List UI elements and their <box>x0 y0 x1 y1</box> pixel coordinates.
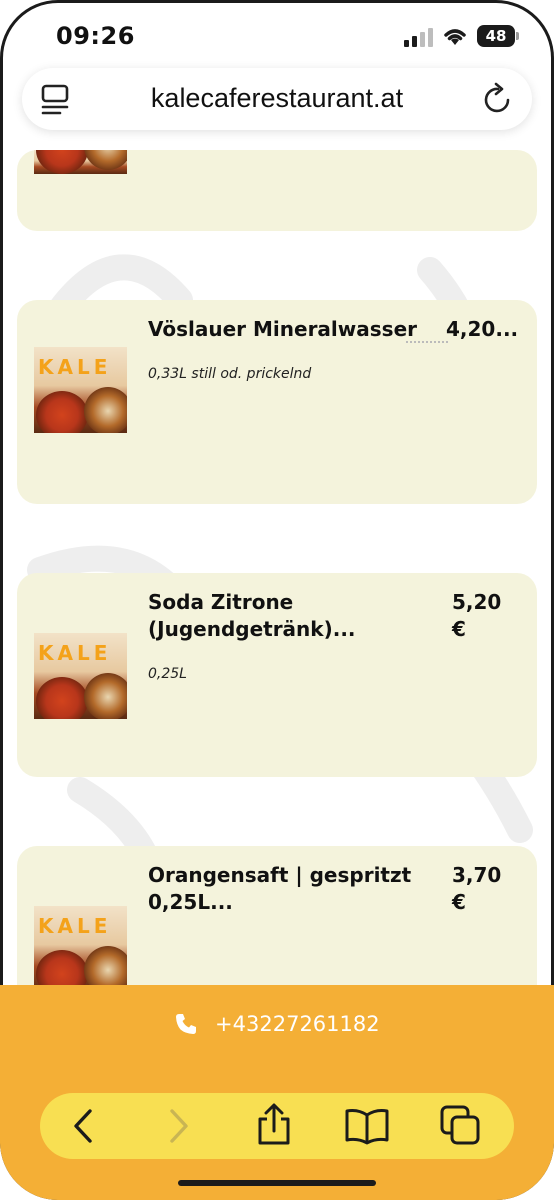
phone-number[interactable]: +43227261182 <box>215 1012 380 1036</box>
back-icon[interactable] <box>68 1107 98 1145</box>
battery-indicator: 48 <box>477 25 519 47</box>
item-thumbnail: KALE <box>34 347 127 433</box>
wifi-icon <box>444 29 466 45</box>
item-title: Orangensaft | gespritzt 0,25L... <box>148 863 412 914</box>
cellular-signal-icon <box>404 28 433 47</box>
menu-item-card[interactable]: KALE Soda Zitrone (Jugendgetränk)... 5,2… <box>17 573 537 777</box>
menu-card-partial[interactable] <box>17 150 537 231</box>
phone-icon <box>176 1014 197 1034</box>
item-title: Soda Zitrone (Jugendgetränk)... <box>148 590 356 641</box>
thumbnail-logo: KALE <box>38 355 112 379</box>
thumbnail-logo: KALE <box>38 914 112 938</box>
url-domain[interactable]: kalecaferestaurant.at <box>22 83 532 114</box>
browser-toolbar <box>40 1093 514 1159</box>
reload-icon[interactable] <box>482 82 514 116</box>
item-thumbnail: KALE <box>34 906 127 992</box>
forward-icon[interactable] <box>164 1107 194 1145</box>
menu-item-card[interactable]: KALE Vöslauer Mineralwasser 4,20... 0,33… <box>17 300 537 504</box>
item-price: 5,20 € <box>452 590 502 641</box>
home-indicator[interactable] <box>178 1180 376 1186</box>
status-time: 09:26 <box>56 22 135 50</box>
call-bar: +43227261182 <box>0 985 554 1200</box>
item-description: 0,33L still od. prickelnd <box>148 366 312 382</box>
item-title: Vöslauer Mineralwasser <box>148 317 417 341</box>
price-leader-dots <box>406 341 448 343</box>
item-thumbnail: KALE <box>34 633 127 719</box>
phone-screen: 09:26 48 kalecaferestaurant.at KALE Vösl… <box>0 0 554 1200</box>
share-icon[interactable] <box>254 1103 294 1147</box>
bookmarks-icon[interactable] <box>344 1107 390 1145</box>
item-thumbnail <box>34 150 127 174</box>
thumbnail-logo: KALE <box>38 641 112 665</box>
tabs-icon[interactable] <box>440 1105 482 1147</box>
call-link[interactable]: +43227261182 <box>0 1011 554 1036</box>
address-bar[interactable]: kalecaferestaurant.at <box>22 68 532 130</box>
status-bar: 09:26 48 <box>0 0 554 70</box>
item-price: 4,20... <box>446 317 519 341</box>
item-description: 0,25L <box>148 666 187 682</box>
item-price: 3,70 € <box>452 863 502 914</box>
